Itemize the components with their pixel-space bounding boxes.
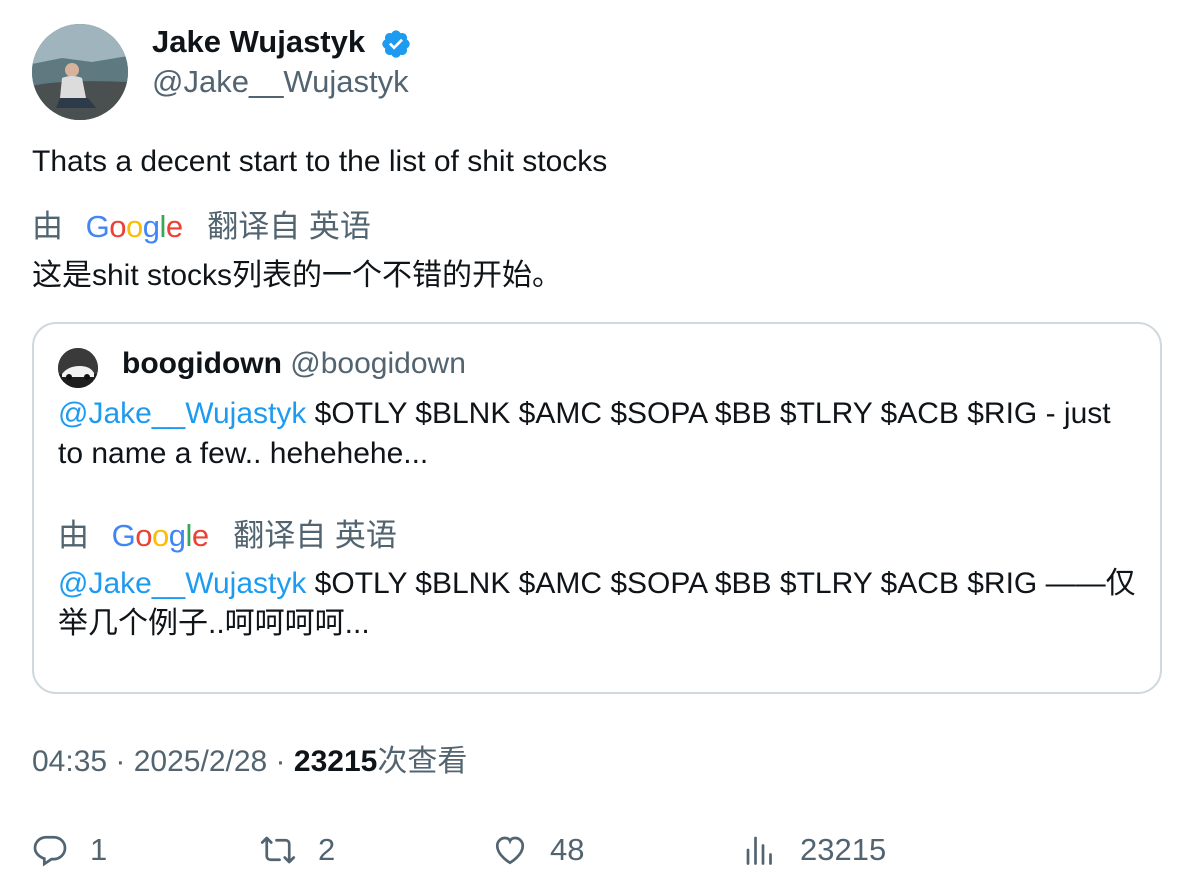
quoted-translated-text: @Jake__Wujastyk $OTLY $BLNK $AMC $SOPA $… <box>58 564 1138 644</box>
retweet-count: 2 <box>318 832 336 867</box>
translated-tweet-text: 这是shit stocks列表的一个不错的开始。 <box>32 259 563 292</box>
quoted-translation-attribution: 由 Google 翻译自 英语 <box>58 516 397 556</box>
verified-badge-icon <box>382 30 410 58</box>
translated-from-label[interactable]: 翻译自 英语 <box>207 209 371 244</box>
quoted-author: boogidown @boogidown <box>122 344 466 384</box>
author-name[interactable]: Jake Wujastyk <box>152 22 365 62</box>
views-button[interactable]: 23215 <box>742 830 886 870</box>
tweet-date[interactable]: 2025/2/28 <box>134 745 267 778</box>
reply-icon <box>33 835 67 867</box>
reply-count: 1 <box>90 832 108 867</box>
like-button[interactable]: 48 <box>492 830 584 870</box>
google-logo: Google <box>111 518 210 553</box>
avatar-car-photo <box>58 348 98 388</box>
quoted-translated-from-label[interactable]: 翻译自 英语 <box>233 518 397 553</box>
retweet-button[interactable]: 2 <box>260 830 335 870</box>
mention-link[interactable]: @Jake__Wujastyk <box>58 397 306 430</box>
avatar-photo <box>32 24 128 120</box>
like-count: 48 <box>550 832 585 867</box>
author-avatar[interactable] <box>32 24 128 120</box>
separator: · <box>267 745 294 778</box>
translation-attribution: 由 Google 翻译自 英语 <box>32 207 371 247</box>
tweet-text: Thats a decent start to the list of shit… <box>32 145 608 178</box>
quoted-tweet-text: @Jake__Wujastyk $OTLY $BLNK $AMC $SOPA $… <box>58 394 1138 474</box>
analytics-icon <box>746 836 772 865</box>
retweet-icon <box>260 836 296 864</box>
tweet-time[interactable]: 04:35 <box>32 745 107 778</box>
views-count-action: 23215 <box>800 832 887 867</box>
quoted-author-handle: @boogidown <box>290 347 466 380</box>
author-handle[interactable]: @Jake__Wujastyk <box>152 62 409 102</box>
google-logo: Google <box>85 209 184 244</box>
quoted-author-name: boogidown <box>122 347 282 380</box>
heart-icon <box>495 836 525 865</box>
mention-link[interactable]: @Jake__Wujastyk <box>58 567 306 600</box>
quoted-translated-by-label: 由 <box>58 518 89 553</box>
separator: · <box>107 745 134 778</box>
reply-button[interactable]: 1 <box>32 830 107 870</box>
tweet-meta: 04:35 · 2025/2/28 · 23215次查看 <box>32 742 467 782</box>
views-label: 次查看 <box>377 745 468 778</box>
quoted-author-avatar <box>58 348 98 388</box>
translated-by-label: 由 <box>32 209 63 244</box>
views-count: 23215 <box>293 745 378 778</box>
